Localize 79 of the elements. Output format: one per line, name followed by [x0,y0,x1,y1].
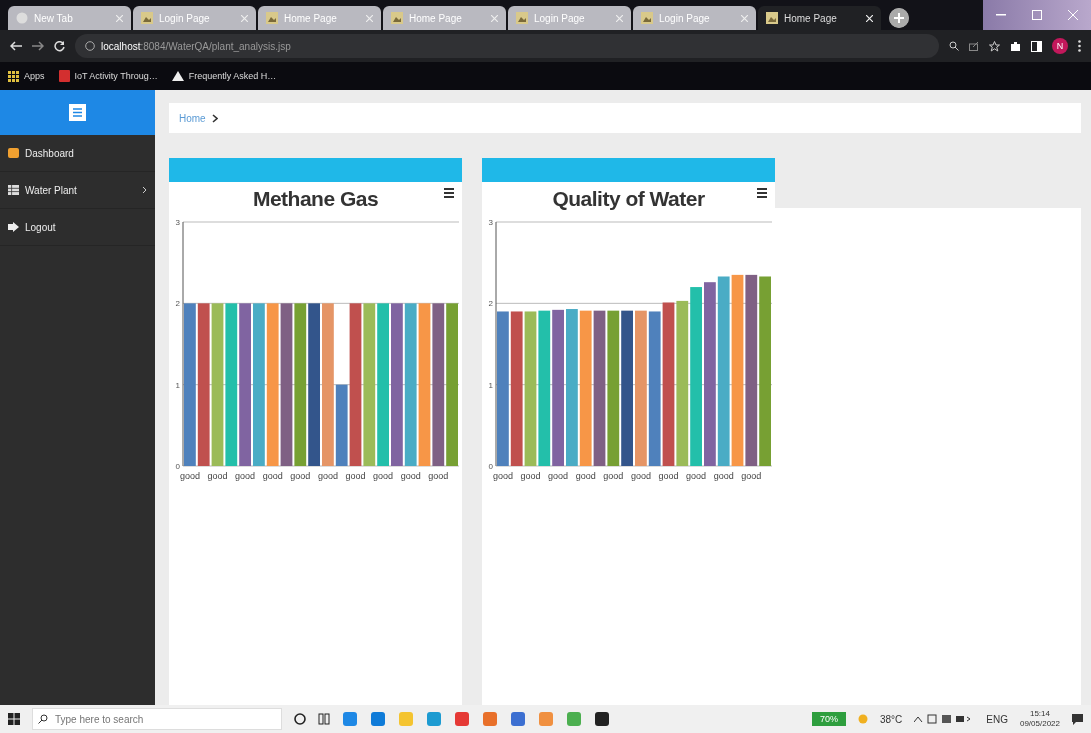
zoom-icon[interactable] [949,41,959,51]
windows-start-icon[interactable] [8,713,20,725]
reload-icon[interactable] [54,40,65,52]
kebab-menu-icon[interactable] [1078,40,1081,52]
page-favicon-icon [641,12,653,24]
x-tick-label: good [548,471,569,481]
menu-toggle-button[interactable] [69,104,86,121]
x-tick-label: good [317,471,338,481]
y-tick-label: 2 [175,299,180,309]
share-icon[interactable] [969,41,979,51]
sidebar-icon[interactable] [1031,40,1042,52]
star-icon[interactable] [989,40,1000,52]
profile-avatar[interactable]: N [1052,38,1068,54]
x-tick-label: good [520,471,541,481]
maximize-icon[interactable] [1032,10,1042,20]
page-favicon-icon [391,12,403,24]
notification-icon[interactable] [1072,713,1083,725]
close-icon[interactable] [866,14,873,22]
y-tick-label: 0 [175,462,180,471]
y-tick-label: 0 [488,462,493,471]
address-bar[interactable]: localhost:8084/WaterQA/plant_analysis.jsp [75,34,939,58]
y-tick-label: 1 [488,380,493,390]
chart-title: Methane Gas [252,187,379,211]
y-tick-label: 3 [175,218,180,227]
app-icon[interactable] [594,711,610,727]
x-tick-label: good [235,471,256,481]
browser-tab[interactable]: Home Page [758,6,881,30]
forward-icon[interactable] [32,41,44,51]
menu-icon[interactable] [444,188,454,198]
bookmark-favicon-icon [58,70,70,82]
table-icon [8,185,19,195]
menu-icon[interactable] [757,188,767,198]
y-tick-label: 2 [488,299,493,309]
x-tick-label: good [686,471,707,481]
clock[interactable]: 15:14 09/05/2022 [1019,709,1060,729]
x-tick-label: good [290,471,311,481]
dashboard-icon [8,148,19,158]
page-favicon-icon [516,12,528,24]
globe-icon [16,12,28,24]
puzzle-icon[interactable] [1010,40,1021,52]
x-tick-label: good [345,471,366,481]
chart-title: Quality of Water [552,187,705,211]
page-favicon-icon [141,12,153,24]
language-indicator[interactable]: ENG [986,713,1008,725]
search-icon [38,714,48,724]
chevron-right-icon [211,113,218,123]
x-tick-label: good [207,471,228,481]
x-tick-label: good [603,471,624,481]
triangle-icon [171,71,184,81]
x-tick-label: good [373,471,394,481]
task-view-icon[interactable] [318,713,330,725]
x-tick-label: good [713,471,734,481]
x-tick-label: good [658,471,679,481]
x-tick-label: good [741,471,762,481]
apps-grid-icon [8,70,19,82]
page-favicon-icon [766,12,778,24]
page-favicon-icon [266,12,278,24]
y-tick-label: 1 [175,380,180,390]
info-icon [85,41,95,51]
back-icon[interactable] [10,41,22,51]
x-tick-label: good [428,471,449,481]
circle-icon[interactable] [294,713,306,725]
bookmark-link[interactable]: Apps [8,70,45,82]
x-tick-label: good [262,471,283,481]
menu-icon [73,108,82,117]
taskbar-search-field[interactable]: Type here to search [32,708,282,730]
x-tick-label: good [492,471,513,481]
bookmark-link[interactable]: IoT Activity Throug… [58,70,158,82]
temperature-text[interactable]: 38°C [879,713,903,725]
x-tick-label: good [179,471,200,481]
x-tick-label: good [575,471,596,481]
bookmark-link[interactable]: Frequently Asked H… [171,71,277,81]
y-tick-label: 3 [488,218,493,227]
x-tick-label: good [630,471,651,481]
x-tick-label: good [400,471,421,481]
url-text: localhost:8084/WaterQA/plant_analysis.jsp [101,40,291,52]
logout-icon [8,222,19,232]
weather-icon [857,714,868,724]
new-tab-icon[interactable] [889,8,909,28]
